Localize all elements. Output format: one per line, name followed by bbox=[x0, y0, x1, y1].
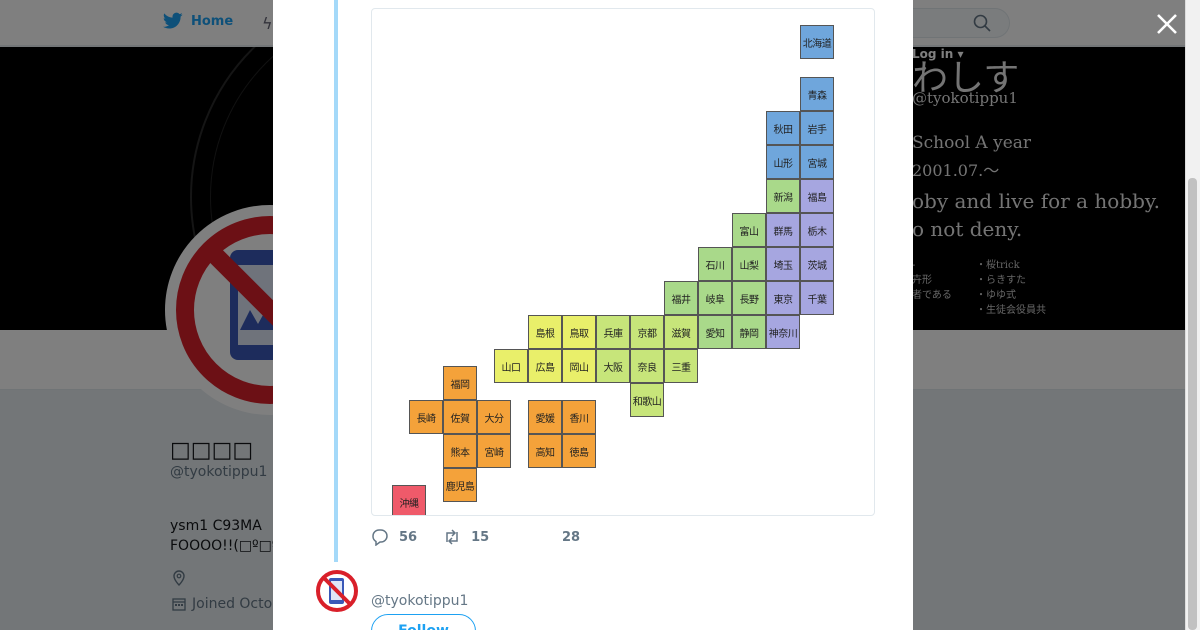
retweet-icon bbox=[446, 529, 458, 545]
reply-count: 56 bbox=[399, 529, 418, 545]
prefecture-tile: 佐賀 bbox=[443, 400, 477, 434]
prefecture-tile: 愛媛 bbox=[528, 400, 562, 434]
prefecture-tile: 富山 bbox=[732, 213, 766, 247]
prefecture-tile: 広島 bbox=[528, 349, 562, 383]
prefecture-tile: 神奈川 bbox=[766, 315, 800, 349]
prefecture-tile: 熊本 bbox=[443, 434, 477, 468]
prefecture-tile: 福島 bbox=[800, 179, 834, 213]
prefecture-tile: 栃木 bbox=[800, 213, 834, 247]
prefecture-tile: 石川 bbox=[698, 247, 732, 281]
prefecture-tile: 千葉 bbox=[800, 281, 834, 315]
prefecture-tile: 宮城 bbox=[800, 145, 834, 179]
thread-connector bbox=[334, 0, 338, 562]
retweet-count: 15 bbox=[471, 529, 490, 545]
prefecture-tile: 長崎 bbox=[409, 400, 443, 434]
reply-button[interactable]: 56 bbox=[371, 528, 417, 546]
prefecture-tile: 京都 bbox=[630, 315, 664, 349]
prefecture-tile: 奈良 bbox=[630, 349, 664, 383]
prefecture-tile: 愛知 bbox=[698, 315, 732, 349]
prefecture-tile: 青森 bbox=[800, 77, 834, 111]
prefecture-tile: 高知 bbox=[528, 434, 562, 468]
reply-icon bbox=[372, 529, 388, 546]
follow-button[interactable]: Follow bbox=[371, 614, 476, 630]
prefecture-tile: 滋賀 bbox=[664, 315, 698, 349]
prefecture-tile: 秋田 bbox=[766, 111, 800, 145]
prefecture-tile: 茨城 bbox=[800, 247, 834, 281]
prefecture-tile: 大分 bbox=[477, 400, 511, 434]
tweet-actions: 56 15 bbox=[371, 528, 515, 546]
reply-avatar[interactable] bbox=[314, 568, 360, 614]
prefecture-tile: 島根 bbox=[528, 315, 562, 349]
prefecture-tile: 東京 bbox=[766, 281, 800, 315]
prefecture-tile: 香川 bbox=[562, 400, 596, 434]
reply-handle[interactable]: @tyokotippu1 bbox=[371, 593, 468, 609]
prefecture-tile: 福井 bbox=[664, 281, 698, 315]
close-icon[interactable] bbox=[1153, 10, 1181, 38]
prefecture-tile: 岩手 bbox=[800, 111, 834, 145]
prefecture-tile: 鳥取 bbox=[562, 315, 596, 349]
prefecture-tile: 山口 bbox=[494, 349, 528, 383]
prefecture-tile: 静岡 bbox=[732, 315, 766, 349]
no-phone-icon bbox=[316, 570, 358, 612]
prefecture-tile: 福岡 bbox=[443, 366, 477, 400]
prefecture-tile: 新潟 bbox=[766, 179, 800, 213]
prefecture-tile: 和歌山 bbox=[630, 383, 664, 417]
prefecture-tile: 長野 bbox=[732, 281, 766, 315]
prefecture-tile: 大阪 bbox=[596, 349, 630, 383]
prefecture-tile: 埼玉 bbox=[766, 247, 800, 281]
prefecture-tile: 岐阜 bbox=[698, 281, 732, 315]
prefecture-tile: 北海道 bbox=[800, 25, 834, 59]
scrollbar-thumb[interactable] bbox=[1188, 178, 1197, 630]
prefecture-tile: 三重 bbox=[664, 349, 698, 383]
prefecture-tile: 山梨 bbox=[732, 247, 766, 281]
prefecture-tile: 岡山 bbox=[562, 349, 596, 383]
like-count[interactable]: 28 bbox=[562, 530, 580, 545]
prefecture-tile: 兵庫 bbox=[596, 315, 630, 349]
prefecture-tile: 沖縄 bbox=[392, 485, 426, 515]
prefecture-tile: 鹿児島 bbox=[443, 468, 477, 502]
prefecture-tile: 宮崎 bbox=[477, 434, 511, 468]
retweet-button[interactable]: 15 bbox=[443, 528, 489, 546]
tweet-photo-japan-map[interactable]: 北海道青森 秋田 岩手 山形 宮城 新潟 福島 富山 群馬 栃木石川 山梨 埼玉 茨城福井 岐阜 長野 東京千… bbox=[371, 8, 875, 516]
prefecture-tile: 群馬 bbox=[766, 213, 800, 247]
prefecture-tile: 徳島 bbox=[562, 434, 596, 468]
prefecture-tile: 山形 bbox=[766, 145, 800, 179]
